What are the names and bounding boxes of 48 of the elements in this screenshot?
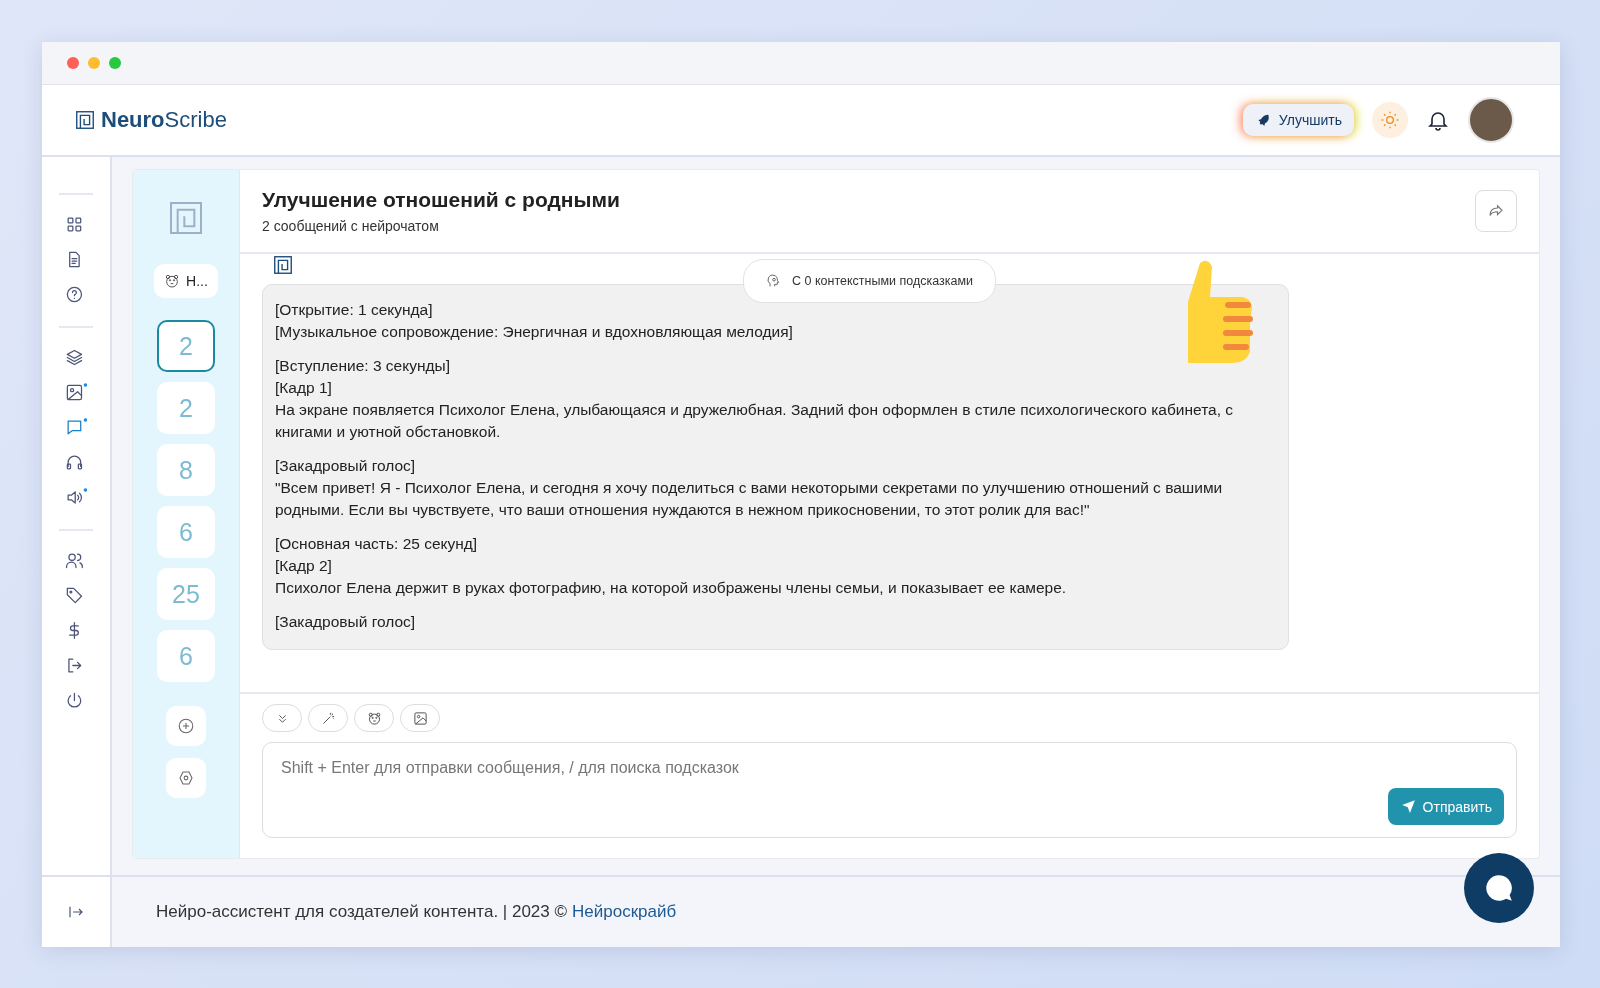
assistant-name: Н... bbox=[186, 273, 208, 289]
message-text: На экране появляется Психолог Елена, улыбающаяся и дружелюбная. Задний фон оформлен в стиле психологического кабинета, с книгами и уютной обстановкой. bbox=[275, 400, 1235, 442]
image-button[interactable] bbox=[400, 704, 440, 732]
theme-toggle-button[interactable] bbox=[1372, 102, 1408, 138]
message-text: [Кадр 1] bbox=[275, 378, 333, 398]
close-window-icon[interactable] bbox=[67, 57, 79, 69]
speaker-icon[interactable] bbox=[65, 488, 87, 507]
chat-icon[interactable] bbox=[65, 418, 87, 437]
bear-button[interactable] bbox=[354, 704, 394, 732]
message-text: Психолог Елена держит в руках фотографию, на которой изображены члены семьи, и показывает ее камере. bbox=[275, 578, 1068, 598]
logo-text[interactable]: NeuroScribe bbox=[101, 107, 227, 133]
context-hints-badge[interactable]: С 0 контекстными подсказками bbox=[743, 259, 996, 303]
conversation-item[interactable]: 6 bbox=[157, 630, 215, 682]
assistant-chip[interactable]: Н... bbox=[154, 264, 218, 298]
context-hints-text: С 0 контекстными подсказками bbox=[792, 273, 973, 290]
footer-text: Нейро-ассистент для создателей контента. | 2023 © bbox=[156, 902, 568, 922]
message-text: [Музыкальное сопровождение: Энергичная и вдохновляющая мелодия] bbox=[275, 322, 794, 342]
conversation-item[interactable]: 25 bbox=[157, 568, 215, 620]
bear-icon bbox=[164, 273, 181, 289]
send-button[interactable]: Отправить bbox=[1387, 788, 1504, 825]
sun-icon bbox=[1380, 110, 1400, 130]
new-chat-button[interactable] bbox=[166, 706, 206, 746]
message-text: [Закадровый голос] bbox=[275, 612, 417, 632]
conversation-item[interactable]: 2 bbox=[157, 320, 215, 372]
settings-button[interactable] bbox=[166, 758, 206, 798]
message-text: [Закадровый голос] bbox=[275, 456, 417, 476]
conversation-item[interactable]: 2 bbox=[157, 382, 215, 434]
message-text: [Кадр 2] bbox=[275, 556, 333, 576]
message-text: [Открытие: 1 секунда] bbox=[275, 300, 434, 320]
chat-subtitle: 2 сообщений с нейрочатом bbox=[262, 218, 440, 234]
plus-circle-icon bbox=[177, 717, 195, 735]
message-text: "Всем привет! Я - Психолог Елена, и сегодня я хочу поделиться с вами некоторыми секретами по улучшению отношений с вашими родными. Если вы чувствуете, что ваши отношения нуждаются в нежном прикосновении, то этот ролик для вас!" bbox=[275, 478, 1224, 520]
user-avatar[interactable] bbox=[1468, 97, 1514, 143]
logo-icon bbox=[74, 109, 96, 131]
conversation-item[interactable]: 8 bbox=[157, 444, 215, 496]
upgrade-button[interactable]: Улучшить bbox=[1242, 104, 1354, 136]
bear-icon bbox=[366, 710, 382, 726]
bot-logo-icon bbox=[272, 254, 294, 276]
chat-title: Улучшение отношений с родными bbox=[262, 188, 620, 212]
head-icon bbox=[766, 273, 782, 289]
conversation-item[interactable]: 6 bbox=[157, 506, 215, 558]
settings-icon bbox=[177, 769, 195, 787]
message-text: [Вступление: 3 секунды] bbox=[275, 356, 451, 376]
image-icon bbox=[412, 710, 428, 726]
message-input[interactable]: Shift + Enter для отправки сообщения, / для поиска подсказок Отправить bbox=[262, 742, 1517, 838]
image-icon[interactable] bbox=[65, 383, 87, 402]
footer-link[interactable]: Нейроскрайб bbox=[572, 902, 677, 922]
message-text: [Основная часть: 25 секунд] bbox=[275, 534, 479, 554]
